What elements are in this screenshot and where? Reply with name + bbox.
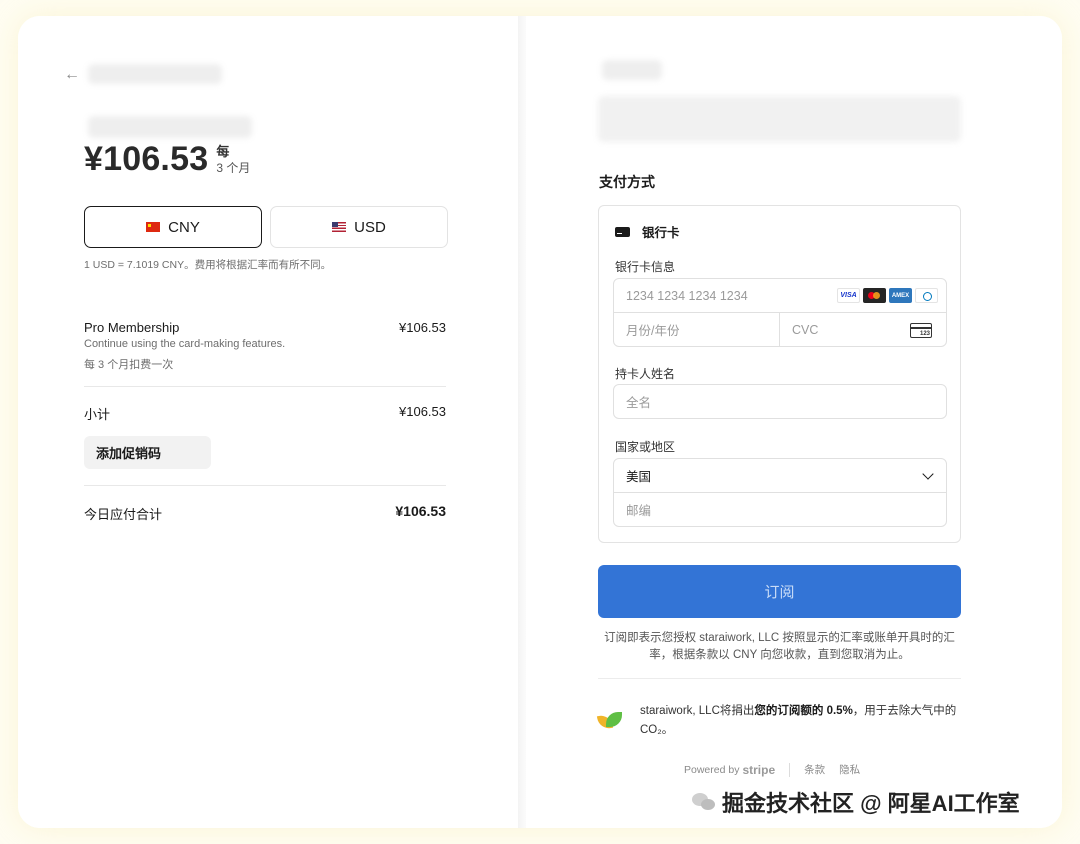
line-item-description: Continue using the card-making features. xyxy=(84,338,286,350)
country-value: 美国 xyxy=(626,470,652,484)
blurred-contact-label xyxy=(602,60,662,80)
expiry-input[interactable]: 月份/年份 xyxy=(613,312,780,347)
card-payment-box: 银行卡 银行卡信息 1234 1234 1234 1234 VISA AMEX … xyxy=(598,205,961,543)
currency-code: USD xyxy=(354,218,386,236)
card-number-placeholder: 1234 1234 1234 1234 xyxy=(626,288,748,303)
cvc-placeholder: CVC xyxy=(792,322,819,337)
line-item-frequency: 每 3 个月扣费一次 xyxy=(84,359,174,371)
postal-code-input[interactable]: 邮编 xyxy=(613,492,947,527)
currency-code: CNY xyxy=(168,218,200,236)
country-label: 国家或地区 xyxy=(615,440,676,454)
powered-by-text: Powered by xyxy=(684,763,740,776)
climate-leaf-icon xyxy=(598,712,622,729)
watermark-text: 掘金技术社区 @ 阿星AI工作室 xyxy=(722,791,1020,816)
divider xyxy=(598,678,961,679)
climate-contribution-text: staraiwork, LLC将捐出您的订阅额的 0.5%，用于去除大气中的 C… xyxy=(640,702,960,740)
order-summary-panel: ← ¥106.53 每 3 个月 CNY USD 1 USD = 7.1019 … xyxy=(18,16,518,828)
cardholder-name-label: 持卡人姓名 xyxy=(615,367,676,381)
postal-code-placeholder: 邮编 xyxy=(626,504,652,518)
exchange-rate-note: 1 USD = 7.1019 CNY。费用将根据汇率而有所不同。 xyxy=(84,259,332,271)
price-display: ¥106.53 每 3 个月 xyxy=(84,140,250,179)
pane-divider xyxy=(518,16,526,828)
card-method-label: 银行卡 xyxy=(642,226,680,240)
subtotal-value: ¥106.53 xyxy=(399,404,446,419)
billing-period: 每 3 个月 xyxy=(216,144,250,176)
stripe-logo[interactable]: stripe xyxy=(742,763,775,777)
authorization-notice: 订阅即表示您授权 staraiwork, LLC 按照显示的汇率或账单开具时的汇… xyxy=(604,632,955,661)
blurred-email-field xyxy=(598,96,961,142)
total-due-label: 今日应付合计 xyxy=(84,507,163,522)
divider xyxy=(84,485,446,486)
blurred-plan-subtitle xyxy=(88,116,252,138)
terms-link[interactable]: 条款 xyxy=(804,762,825,777)
card-number-input[interactable]: 1234 1234 1234 1234 VISA AMEX xyxy=(613,278,947,313)
card-method-tab[interactable]: 银行卡 xyxy=(615,222,680,241)
price-amount: ¥106.53 xyxy=(84,140,209,178)
payment-panel: 支付方式 银行卡 银行卡信息 1234 1234 1234 1234 VISA … xyxy=(526,16,1062,828)
line-item-price: ¥106.53 xyxy=(399,320,446,335)
cvc-card-icon: 123 xyxy=(910,323,932,338)
footer-separator xyxy=(789,762,791,777)
amex-icon: AMEX xyxy=(889,288,912,303)
climate-percentage: 您的订阅额的 0.5% xyxy=(754,705,853,717)
billing-period-per: 每 xyxy=(216,144,230,159)
watermark: 掘金技术社区 @ 阿星AI工作室 xyxy=(692,786,1020,818)
country-select[interactable]: 美国 xyxy=(613,458,947,493)
payment-method-title: 支付方式 xyxy=(599,174,655,190)
total-due-value: ¥106.53 xyxy=(395,503,446,519)
back-arrow-icon[interactable]: ← xyxy=(64,66,80,84)
card-brand-logos: VISA AMEX xyxy=(837,288,938,303)
line-item-name: Pro Membership xyxy=(84,320,180,335)
diners-icon xyxy=(915,288,938,303)
chevron-down-icon xyxy=(922,468,934,480)
climate-prefix: staraiwork, LLC将捐出 xyxy=(640,705,755,717)
currency-option-cny[interactable]: CNY xyxy=(84,206,262,248)
currency-option-usd[interactable]: USD xyxy=(270,206,448,248)
wechat-icon xyxy=(692,791,718,813)
mastercard-icon xyxy=(863,288,886,303)
billing-period-length: 3 个月 xyxy=(216,161,251,175)
blurred-merchant-name xyxy=(88,64,222,84)
cn-flag-icon xyxy=(146,222,161,232)
us-flag-icon xyxy=(332,222,347,232)
subtotal-label: 小计 xyxy=(84,407,111,422)
cardholder-name-placeholder: 全名 xyxy=(626,396,652,410)
cardholder-name-input[interactable]: 全名 xyxy=(613,384,947,419)
cvc-input[interactable]: CVC 123 xyxy=(779,312,947,347)
subscribe-button[interactable]: 订阅 xyxy=(598,565,961,618)
cvc-icon-digits: 123 xyxy=(919,331,930,337)
stripe-footer: Powered by stripe 条款 隐私 xyxy=(684,762,874,777)
card-info-label: 银行卡信息 xyxy=(615,260,676,274)
add-promo-code-button[interactable]: 添加促销码 xyxy=(84,436,211,469)
credit-card-icon xyxy=(615,226,630,237)
checkout-window: ← ¥106.53 每 3 个月 CNY USD 1 USD = 7.1019 … xyxy=(18,16,1062,828)
divider xyxy=(84,386,446,387)
expiry-placeholder: 月份/年份 xyxy=(626,324,680,338)
privacy-link[interactable]: 隐私 xyxy=(839,762,860,777)
visa-icon: VISA xyxy=(837,288,860,303)
